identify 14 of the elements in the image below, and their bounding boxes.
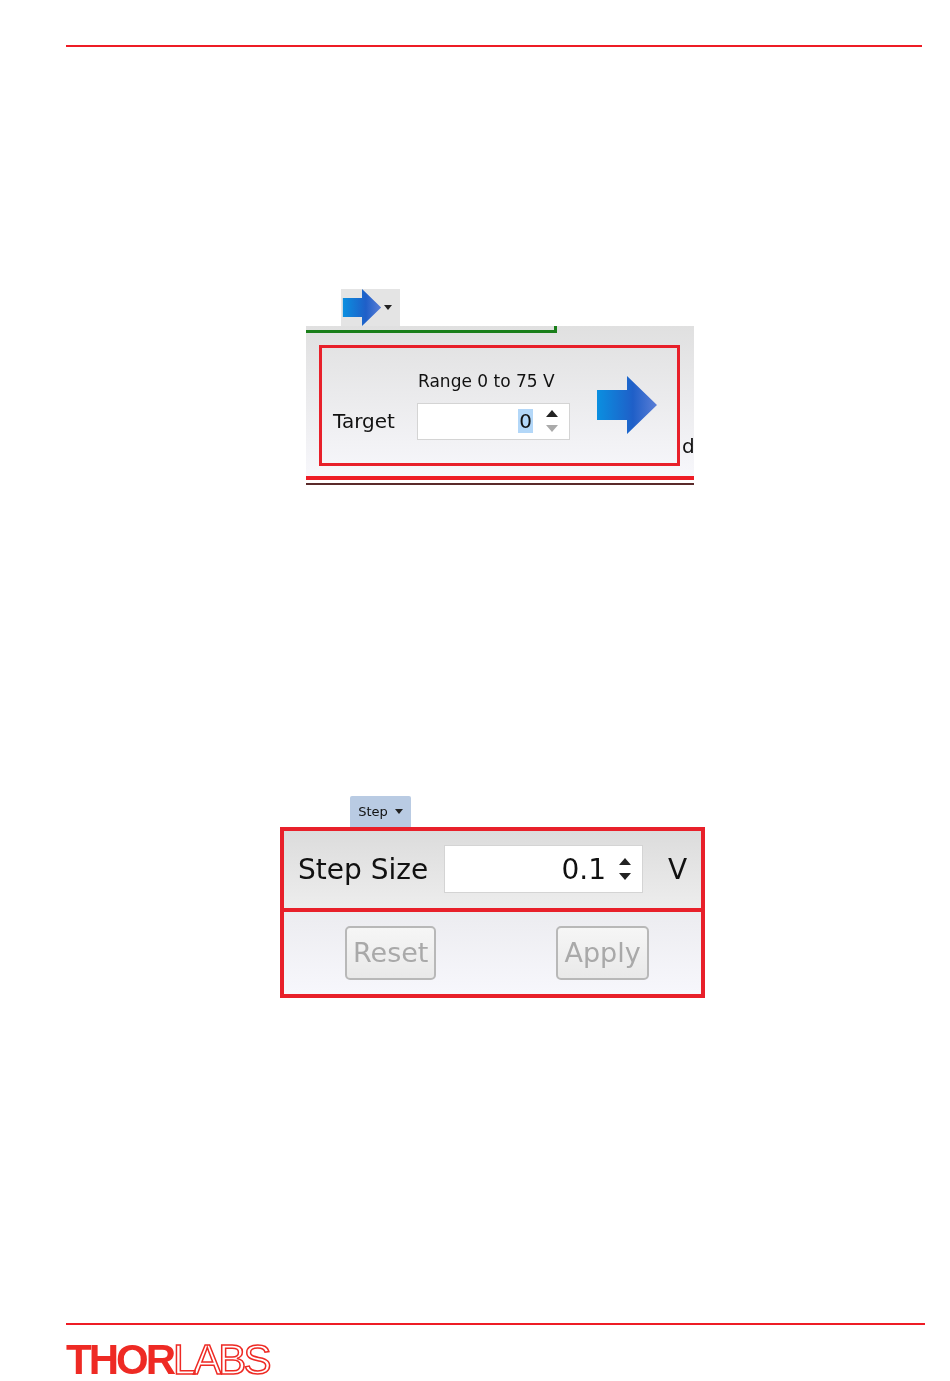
step-size-label: Step Size: [298, 852, 430, 886]
set-arrow-icon: [597, 376, 657, 435]
step-size-input[interactable]: 0.1: [444, 845, 643, 894]
range-label: Range 0 to 75 V: [418, 370, 556, 391]
target-label: Target: [333, 409, 396, 434]
cut-text: d: [682, 433, 694, 458]
caret-icon: [384, 304, 392, 310]
unit-label: V: [668, 852, 688, 886]
caret-icon: [394, 808, 403, 814]
target-input[interactable]: 0: [417, 402, 570, 440]
logo: THORLABS: [66, 1339, 271, 1381]
step-menu-button[interactable]: Step: [350, 795, 411, 827]
arrow-icon: [342, 288, 382, 326]
set-menu-button[interactable]: [341, 288, 400, 326]
